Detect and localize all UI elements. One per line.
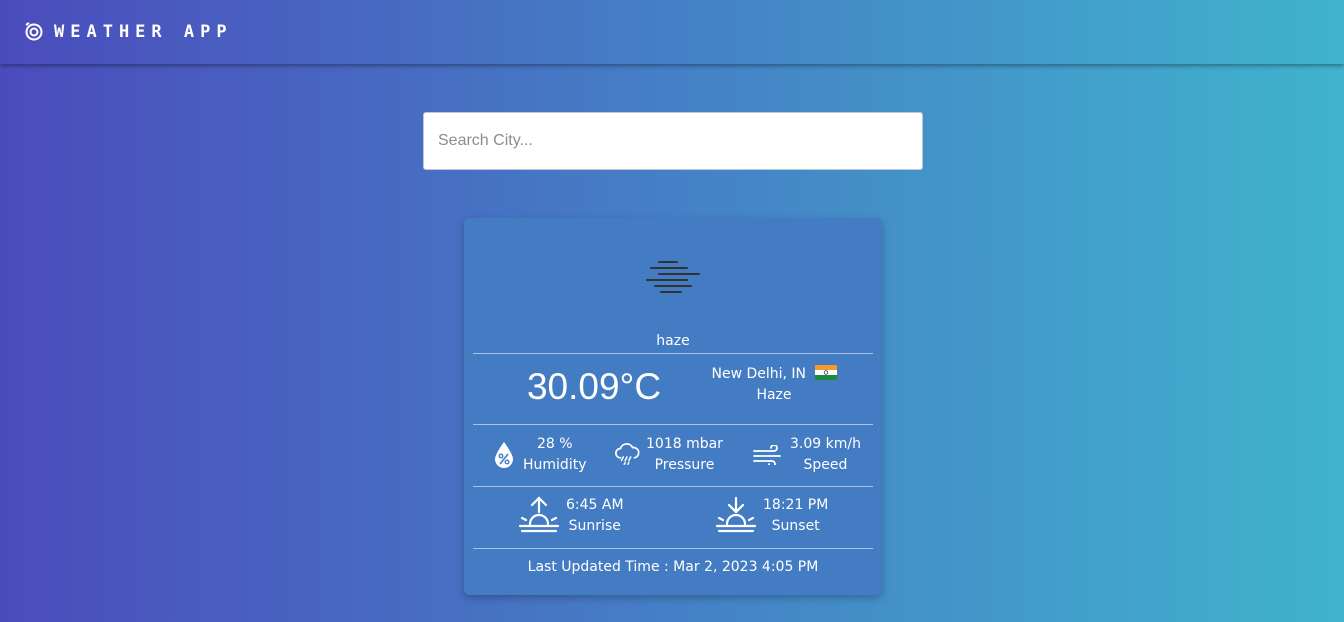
wind-value: 3.09 km/h (790, 436, 861, 452)
humidity-icon (491, 441, 517, 469)
weather-description: Haze (756, 387, 792, 403)
humidity-label: Humidity (523, 457, 587, 473)
sunrise-label: Sunrise (568, 518, 621, 534)
haze-icon (645, 260, 701, 294)
sunset-stat: 18:21 PM Sunset (715, 495, 828, 537)
pressure-stat: 1018 mbar Pressure (614, 434, 723, 476)
navbar: WEATHER APP (0, 0, 1344, 64)
sunrise-icon (518, 496, 560, 536)
condition-label: haze (656, 333, 690, 349)
india-flag-icon (814, 365, 837, 380)
sunrise-value: 6:45 AM (566, 497, 624, 513)
divider (473, 424, 873, 425)
location: New Delhi, IN (711, 366, 807, 382)
search-input[interactable] (424, 113, 922, 169)
rain-cloud-icon (614, 441, 640, 469)
wind-label: Speed (803, 457, 848, 473)
sunrise-stat: 6:45 AM Sunrise (518, 495, 624, 537)
divider (473, 486, 873, 487)
wind-stat: 3.09 km/h Speed (752, 434, 861, 476)
humidity-stat: 28 % Humidity (491, 434, 586, 476)
location-block: New Delhi, IN Haze (674, 364, 874, 406)
pressure-value: 1018 mbar (646, 436, 723, 452)
divider (473, 548, 873, 549)
sunset-icon (715, 496, 757, 536)
wind-icon (752, 441, 784, 469)
target-icon[interactable] (24, 22, 44, 42)
search-box (423, 112, 923, 170)
sunset-label: Sunset (771, 518, 820, 534)
weather-card: haze 30.09°C New Delhi, IN Haze 28 % Hum… (464, 218, 882, 595)
humidity-value: 28 % (536, 436, 573, 452)
divider (473, 353, 873, 354)
last-updated: Last Updated Time : Mar 2, 2023 4:05 PM (527, 559, 819, 575)
app-title[interactable]: WEATHER APP (54, 22, 233, 42)
sunset-value: 18:21 PM (763, 497, 829, 513)
pressure-label: Pressure (654, 457, 715, 473)
temperature: 30.09°C (526, 366, 662, 407)
